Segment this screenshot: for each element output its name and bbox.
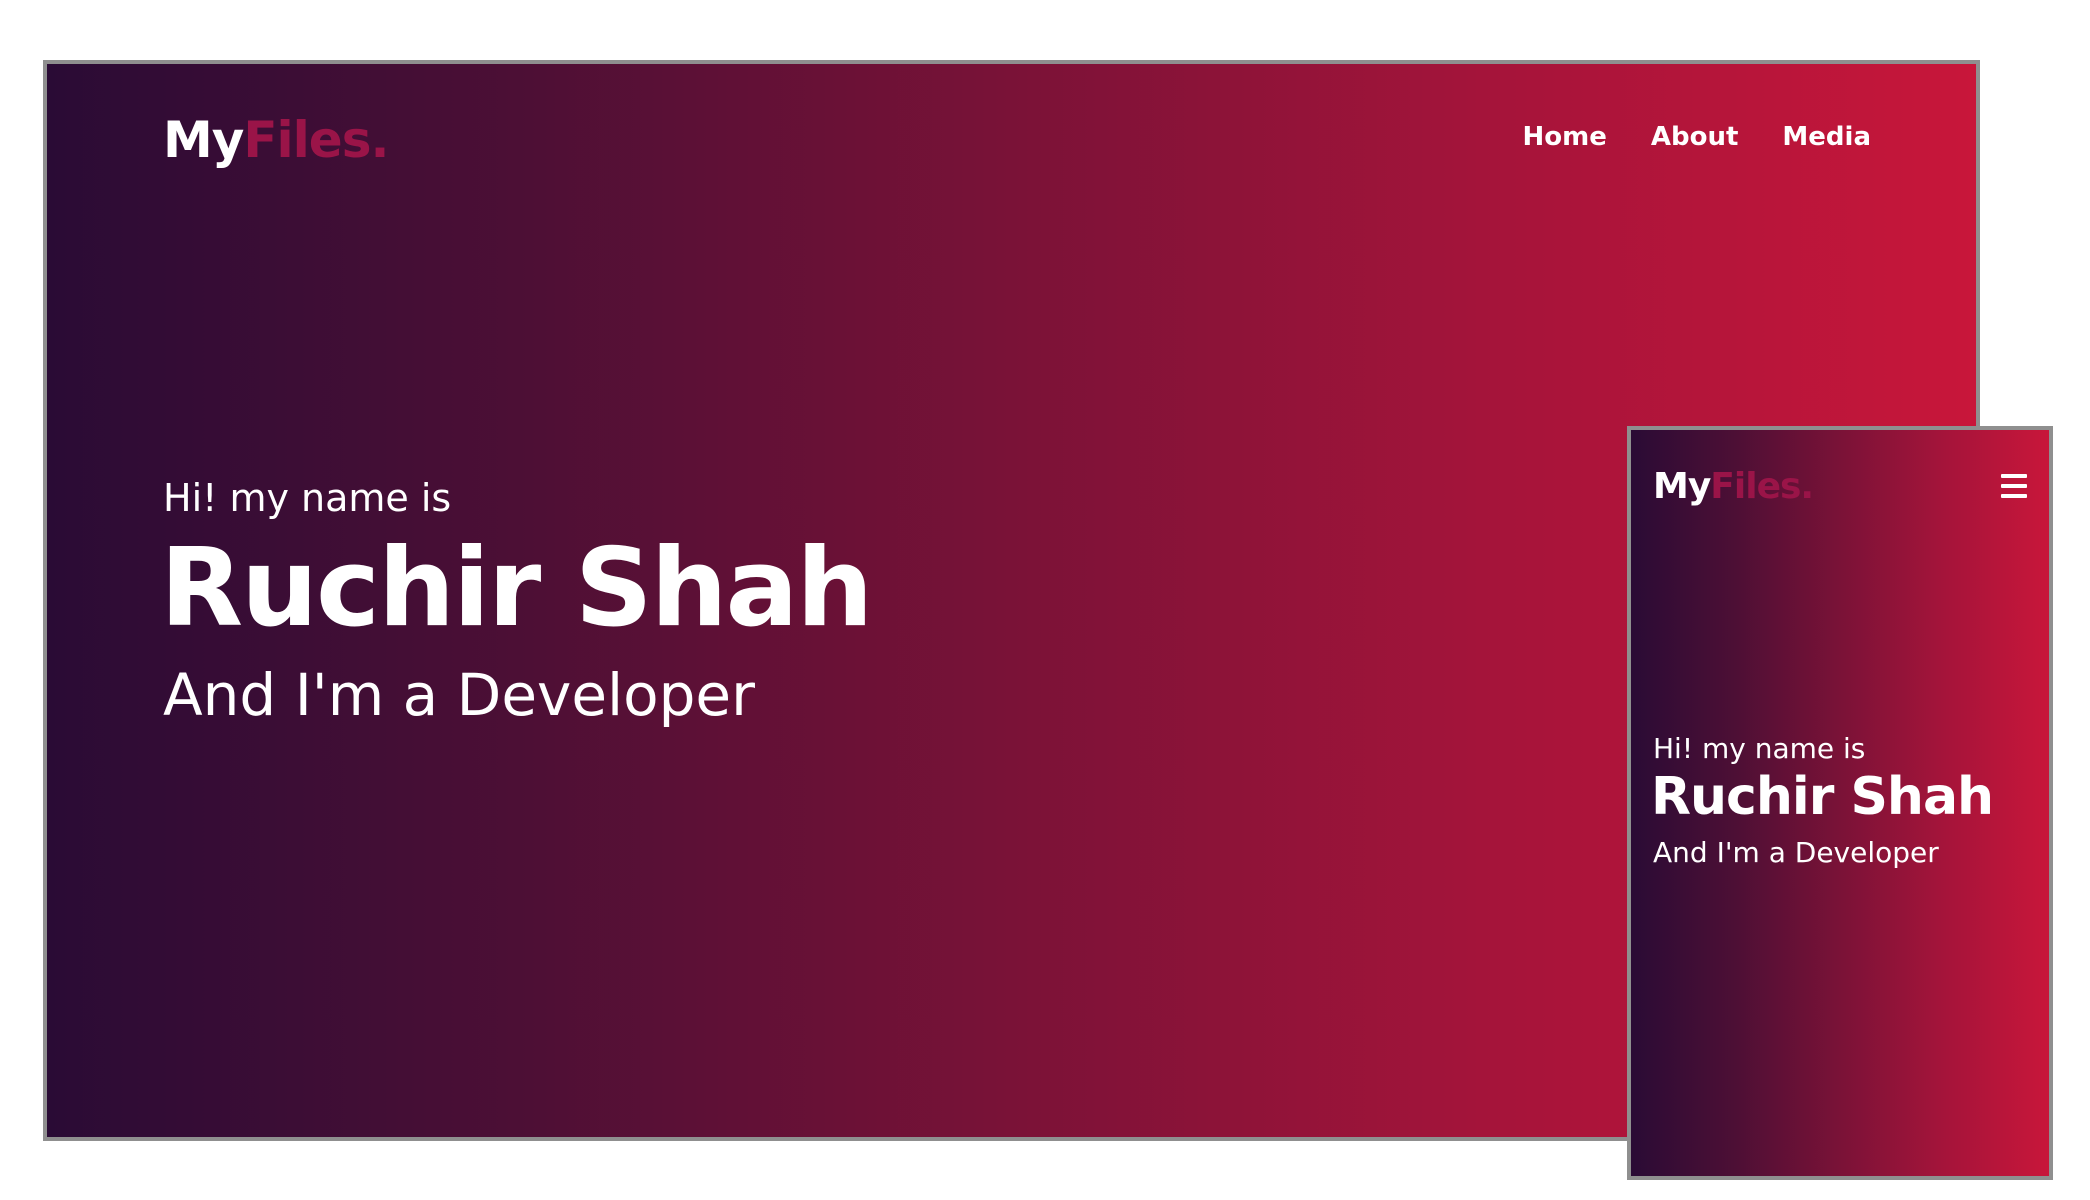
nav-link-home[interactable]: Home [1523,122,1607,153]
logo-primary: My [163,111,243,169]
site-logo[interactable]: MyFiles. [163,110,388,170]
menu-bar-middle [2001,484,2027,488]
hero-role: And I'm a Developer [163,661,755,731]
mobile-logo-primary: My [1653,466,1710,507]
hamburger-menu-icon[interactable] [2001,474,2027,498]
mobile-logo-accent: Files. [1710,466,1813,507]
nav-link-about[interactable]: About [1651,122,1739,153]
mockup-stage: MyFiles. Home About Media Hi! my name is… [0,0,2090,1200]
main-nav: Home About Media [1523,122,1871,153]
hero-name: Ruchir Shah [160,524,871,654]
logo-accent: Files. [243,111,388,169]
menu-bar-top [2001,474,2027,478]
mobile-preview: MyFiles. Hi! my name is Ruchir Shah And … [1627,426,2053,1180]
mobile-site-logo[interactable]: MyFiles. [1653,465,1813,508]
menu-bar-bottom [2001,494,2027,498]
hero-greeting: Hi! my name is [163,476,451,522]
mobile-hero-greeting: Hi! my name is [1653,732,1865,766]
nav-link-media[interactable]: Media [1782,122,1871,153]
mobile-hero-role: And I'm a Developer [1653,836,1939,870]
mobile-hero-name: Ruchir Shah [1651,766,1993,828]
